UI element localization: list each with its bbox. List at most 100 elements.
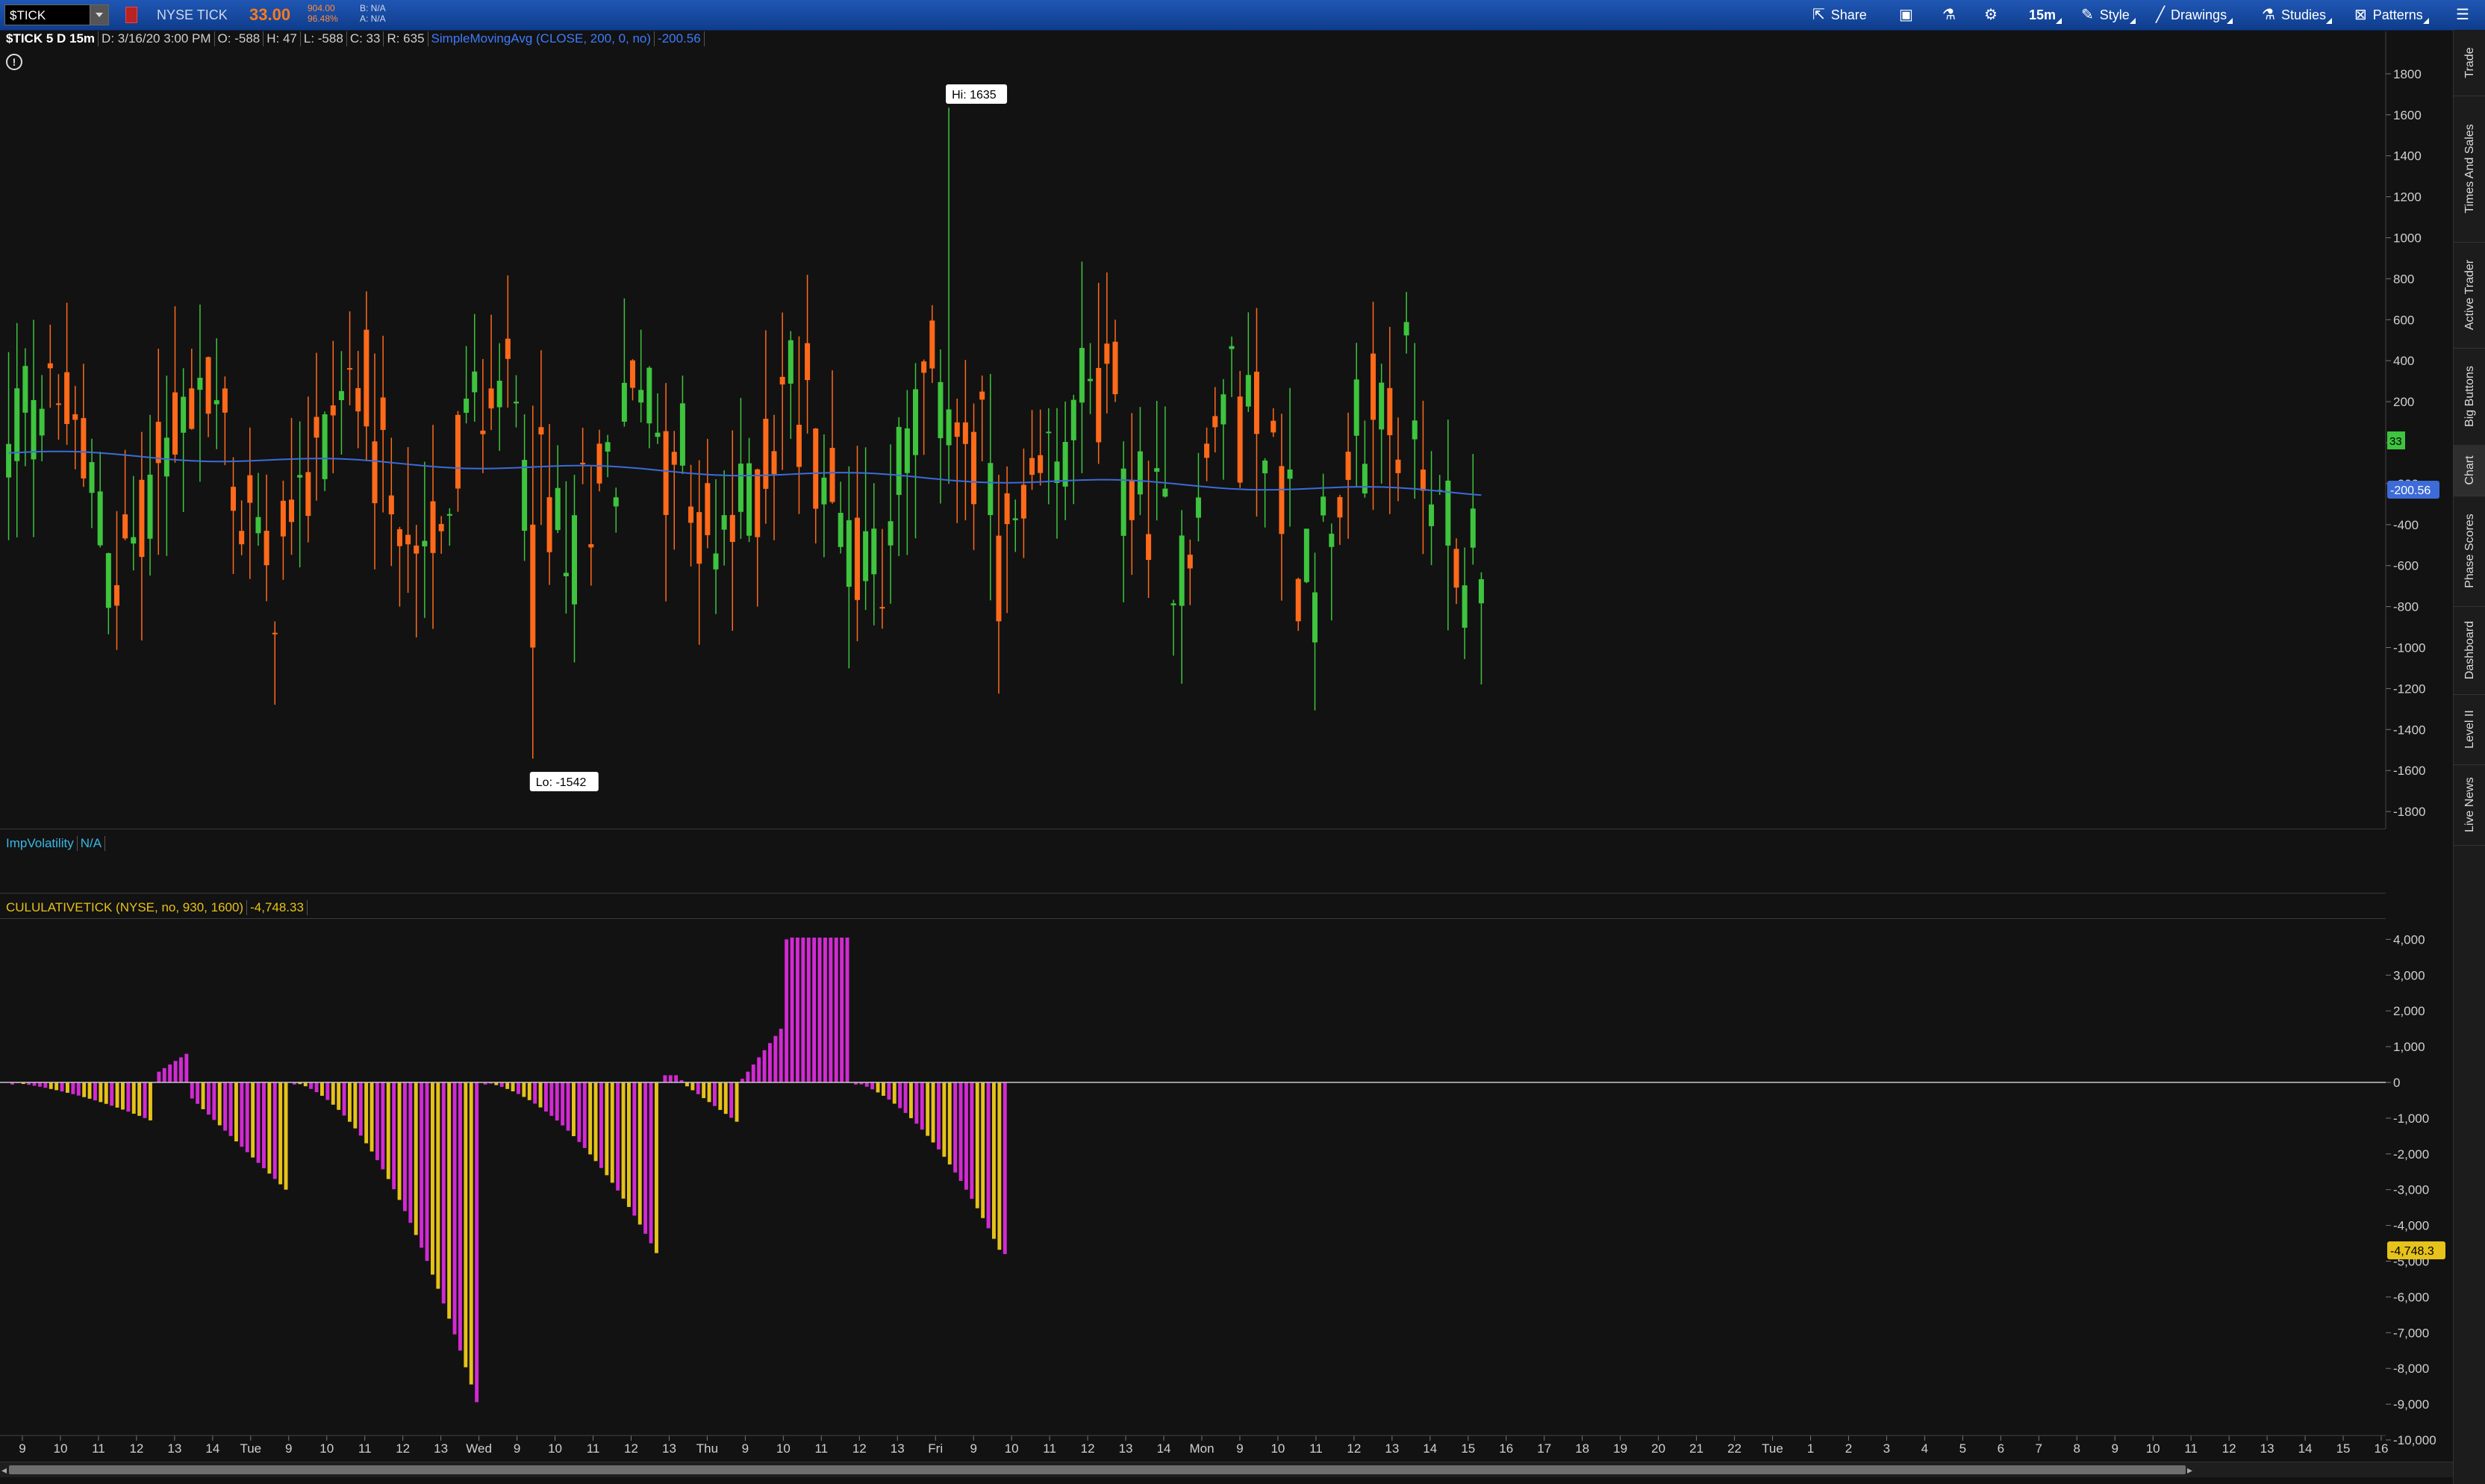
- patterns-button[interactable]: ⊠ Patterns: [2354, 4, 2429, 25]
- timeframe-button[interactable]: 15m: [2029, 4, 2062, 25]
- tab-dashboard[interactable]: Dashboard: [2454, 606, 2485, 695]
- cum-tick-bar: [49, 1082, 53, 1089]
- scroll-left-icon[interactable]: ◂: [1, 1464, 7, 1477]
- candle-body: [971, 431, 977, 505]
- tab-active-trader[interactable]: Active Trader: [2454, 242, 2485, 349]
- candle-body: [1112, 341, 1118, 395]
- candle-body: [1229, 346, 1235, 349]
- cum-tick-bar: [397, 1082, 402, 1200]
- cum-tick-bar: [149, 1082, 152, 1120]
- tab-trade[interactable]: Trade: [2454, 30, 2485, 96]
- menu-button[interactable]: ☰: [2456, 4, 2475, 25]
- time-tick-label: 9: [514, 1441, 520, 1456]
- cum-tick-label: 3,000: [2393, 968, 2425, 982]
- candle-body: [338, 390, 344, 401]
- cumtick-label[interactable]: CULULATIVETICK (NYSE, no, 930, 1600): [3, 900, 248, 915]
- cum-tick-label: -8,000: [2393, 1362, 2429, 1376]
- candle-body: [530, 524, 536, 648]
- cum-tick-bar: [806, 938, 811, 1082]
- horizontal-scrollbar[interactable]: ◂ ▸: [0, 1462, 2453, 1477]
- studies-button[interactable]: ⚗ Studies: [2262, 4, 2332, 25]
- candle-body: [546, 497, 552, 552]
- candle-body: [805, 343, 811, 381]
- style-button[interactable]: ✎ Style: [2081, 4, 2136, 25]
- drawings-button[interactable]: ╱ Drawings: [2156, 4, 2233, 25]
- style-label: Style: [2099, 7, 2130, 22]
- candle-body: [1170, 603, 1176, 605]
- cum-tick-bar: [201, 1082, 205, 1109]
- candle-body: [596, 443, 602, 484]
- snapshot-button[interactable]: ▣: [1899, 4, 1919, 25]
- scrollbar-thumb[interactable]: [9, 1465, 2186, 1474]
- candle-body: [422, 540, 428, 546]
- cum-tick-bar: [762, 1050, 767, 1082]
- tab-phase-scores[interactable]: Phase Scores: [2454, 496, 2485, 607]
- time-tick-label: 17: [1537, 1441, 1551, 1456]
- candle-body: [912, 389, 918, 455]
- tab-live-news[interactable]: Live News: [2454, 764, 2485, 846]
- symbol-dropdown-icon[interactable]: [90, 5, 108, 25]
- candle-body: [64, 372, 70, 424]
- cum-tick-bar: [632, 1082, 637, 1216]
- candle-body: [1195, 497, 1201, 518]
- candle-body: [896, 426, 902, 495]
- time-tick-label: 10: [548, 1441, 562, 1456]
- candle-body: [355, 387, 361, 412]
- cum-tick-bar: [469, 1082, 473, 1385]
- cum-tick-bar: [212, 1082, 216, 1120]
- scroll-right-icon[interactable]: ▸: [2187, 1464, 2192, 1477]
- candle-body: [255, 517, 261, 534]
- tab-big-buttons[interactable]: Big Buttons: [2454, 348, 2485, 446]
- tab-chart-label: Chart: [2463, 455, 2476, 485]
- flask-button[interactable]: ⚗: [1942, 4, 1962, 25]
- candle-body: [946, 409, 952, 446]
- cum-tick-bar: [914, 1082, 919, 1124]
- time-tick-label: 7: [2036, 1441, 2042, 1456]
- symbol-selector[interactable]: $TICK: [4, 4, 109, 25]
- cum-tick-bar: [882, 1082, 885, 1096]
- candle-body: [347, 368, 353, 370]
- chart-canvas[interactable]: 180016001400120010008006004002000-200-40…: [0, 30, 2453, 1462]
- last-price-badge-label: 33: [2389, 435, 2402, 448]
- cum-tick-label: -4,000: [2393, 1219, 2429, 1233]
- candle-body: [189, 388, 195, 429]
- cum-tick-bar: [353, 1082, 358, 1129]
- candle-body: [954, 422, 960, 437]
- pane-separator[interactable]: [0, 893, 2386, 894]
- cum-tick-bar: [464, 1082, 468, 1368]
- time-tick-label: 12: [2222, 1441, 2236, 1456]
- cum-tick-bar: [588, 1082, 593, 1155]
- cum-tick-bar: [251, 1082, 255, 1158]
- cum-tick-bar: [621, 1082, 626, 1199]
- cum-tick-bar: [840, 938, 844, 1082]
- cum-tick-bar: [834, 938, 838, 1082]
- candle-body: [1162, 488, 1168, 497]
- cum-tick-bar: [284, 1082, 288, 1190]
- candle-body: [1245, 375, 1251, 407]
- tab-times-and-sales[interactable]: Times And Sales: [2454, 96, 2485, 243]
- time-tick-label: 11: [1309, 1441, 1323, 1456]
- tab-level-ii-label: Level II: [2463, 710, 2476, 749]
- candle-body: [438, 523, 444, 531]
- impvol-label[interactable]: ImpVolatility: [3, 836, 78, 851]
- candle-body: [1329, 533, 1335, 547]
- menu-icon: ☰: [2456, 7, 2469, 23]
- flag-icon[interactable]: [125, 7, 137, 23]
- cum-tick-label: -2,000: [2393, 1147, 2429, 1162]
- share-button[interactable]: ⇱ Share: [1812, 4, 1867, 25]
- candle-body: [239, 531, 245, 545]
- candle-body: [97, 491, 103, 546]
- price-tick-label: -1800: [2393, 805, 2425, 819]
- time-tick-label: Mon: [1189, 1441, 1214, 1456]
- tab-chart[interactable]: Chart: [2454, 445, 2485, 496]
- tab-level-ii[interactable]: Level II: [2454, 694, 2485, 765]
- settings-button[interactable]: ⚙: [1984, 4, 2004, 25]
- candle-body: [888, 521, 894, 546]
- candle-body: [572, 515, 578, 605]
- cum-tick-label: -6,000: [2393, 1290, 2429, 1304]
- candle-body: [1379, 382, 1385, 430]
- cum-tick-bar: [522, 1082, 526, 1097]
- cum-tick-bar: [599, 1082, 603, 1168]
- symbol-description: NYSE TICK: [157, 7, 228, 22]
- time-tick-label: 10: [54, 1441, 68, 1456]
